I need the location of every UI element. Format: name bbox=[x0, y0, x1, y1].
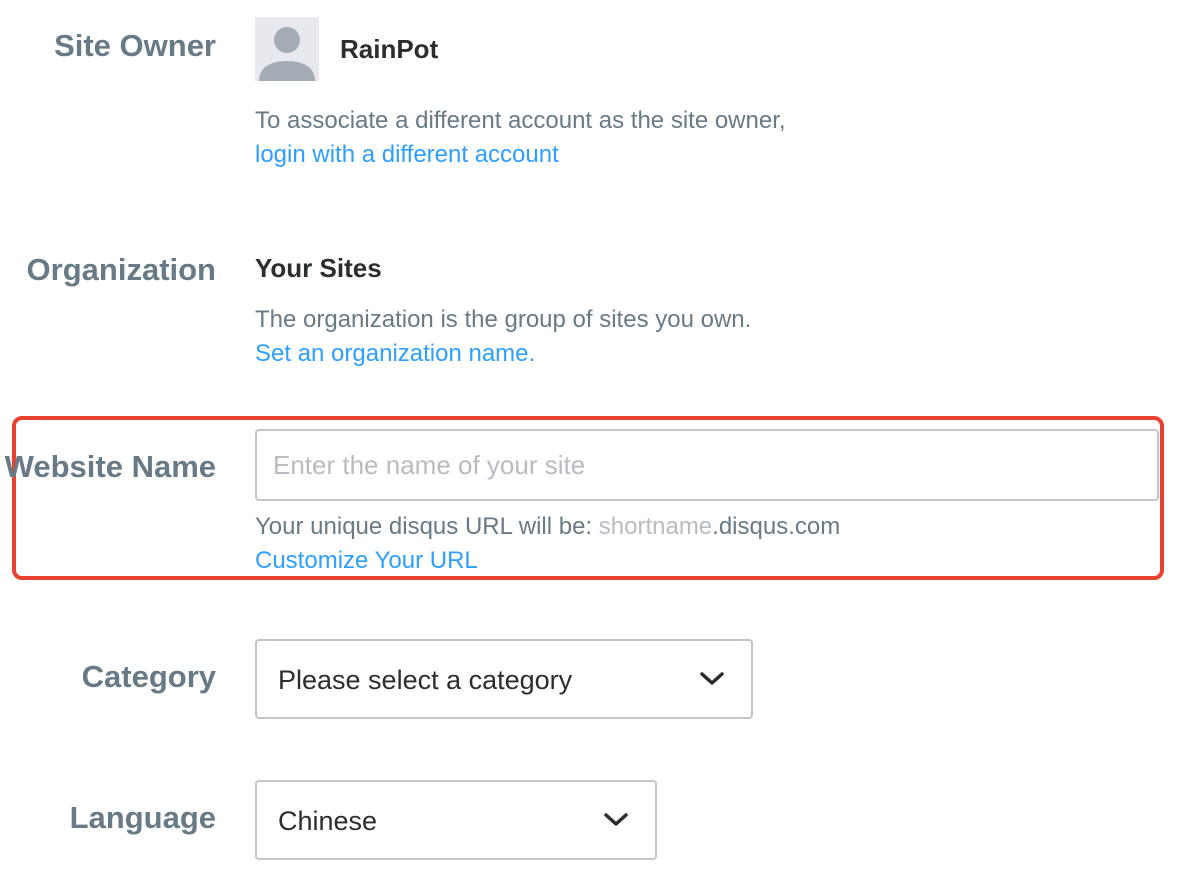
chevron-down-icon bbox=[604, 813, 628, 826]
url-prefix: Your unique disqus URL will be: bbox=[255, 513, 599, 540]
default-avatar-icon bbox=[255, 17, 319, 81]
set-organization-name-link[interactable]: Set an organization name. bbox=[255, 340, 535, 368]
category-select[interactable]: Please select a category bbox=[255, 639, 753, 719]
customize-url-link[interactable]: Customize Your URL bbox=[255, 547, 478, 575]
website-name-input[interactable] bbox=[255, 429, 1159, 501]
organization-name: Your Sites bbox=[255, 253, 382, 283]
url-suffix: .disqus.com bbox=[712, 513, 841, 540]
site-settings-form: Site Owner RainPot To associate a differ… bbox=[0, 0, 1186, 882]
chevron-down-icon bbox=[700, 672, 724, 685]
website-name-label: Website Name bbox=[4, 449, 216, 484]
language-label: Language bbox=[69, 800, 216, 835]
category-selected-value: Please select a category bbox=[278, 665, 573, 695]
category-label: Category bbox=[81, 659, 216, 694]
site-owner-help-text: To associate a different account as the … bbox=[255, 107, 786, 134]
login-different-account-link[interactable]: login with a different account bbox=[255, 141, 559, 169]
site-owner-name: RainPot bbox=[340, 34, 439, 64]
disqus-url-preview: Your unique disqus URL will be: shortnam… bbox=[255, 513, 840, 541]
language-selected-value: Chinese bbox=[278, 806, 378, 836]
site-owner-label: Site Owner bbox=[54, 28, 216, 63]
organization-label: Organization bbox=[26, 252, 216, 287]
url-shortname: shortname bbox=[598, 513, 713, 540]
language-select[interactable]: Chinese bbox=[255, 780, 657, 860]
organization-help-text: The organization is the group of sites y… bbox=[255, 306, 752, 333]
